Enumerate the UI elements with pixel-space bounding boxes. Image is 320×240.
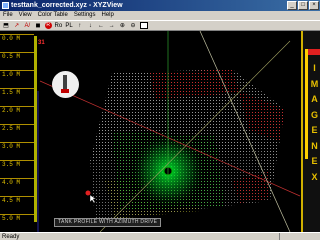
app-icon [2, 2, 9, 9]
minimize-button[interactable]: _ [287, 1, 297, 10]
menu-settings[interactable]: Settings [71, 11, 99, 20]
point-cloud-view [37, 31, 301, 232]
window-title: testtank_corrected.xyz - XYZView [11, 2, 123, 9]
depth-label: 2.5 M [2, 125, 21, 132]
depth-indicator-bar[interactable] [34, 36, 37, 222]
status-text: Ready [2, 234, 20, 240]
menu-color-table[interactable]: Color Table [35, 11, 71, 20]
depth-label: 1.5 M [2, 89, 21, 96]
menu-view[interactable]: View [16, 11, 35, 20]
save-icon[interactable]: ◼ [34, 21, 42, 30]
status-bar: Ready [0, 232, 320, 240]
maximize-button[interactable]: □ [298, 1, 308, 10]
status-panel [279, 233, 319, 240]
annotate-icon[interactable]: A/ [23, 21, 31, 30]
brand-logo: I M A G E N E X [301, 31, 320, 232]
record-icon[interactable]: R [44, 22, 52, 29]
zoom-out-icon[interactable]: ⊖ [129, 21, 137, 30]
menu-help[interactable]: Help [99, 11, 117, 20]
menu-file[interactable]: File [0, 11, 16, 20]
toolbar: ⬒ ↗ A/ ◼ R Ro PL ↑ ↓ ← → ⊕ ⊖ [0, 20, 320, 31]
depth-label: 3.5 M [2, 161, 21, 168]
pointer-icon[interactable]: ↗ [13, 21, 21, 30]
close-button[interactable]: × [309, 1, 319, 10]
target-marker [85, 190, 91, 196]
title-bar: testtank_corrected.xyz - XYZView _ □ × [0, 0, 320, 11]
window-icon[interactable] [139, 22, 148, 29]
head-orientation-icon [52, 71, 79, 98]
arrow-down-icon[interactable]: ↓ [86, 21, 94, 30]
arrow-right-icon[interactable]: → [108, 21, 116, 30]
brand-logo-text: I M A G E N E X [310, 63, 319, 182]
arrow-up-icon[interactable]: ↑ [76, 21, 84, 30]
zoom-in-icon[interactable]: ⊕ [118, 21, 126, 30]
depth-indicator-value: 31 [38, 40, 45, 46]
sonar-3d-viewport[interactable]: 0.0 M 0.5 M 1.0 M 1.5 M 2.0 M 2.5 M 3.0 … [0, 31, 320, 232]
depth-label: 4.0 M [2, 179, 21, 186]
rotate-icon[interactable]: Ro [54, 21, 63, 30]
view-caption: TANK PROFILE WITH AZIMUTH DRIVE [54, 218, 162, 227]
depth-label: 5.0 M [2, 215, 21, 222]
depth-label: 2.0 M [2, 107, 21, 114]
depth-label: 3.0 M [2, 143, 21, 150]
depth-label: 1.0 M [2, 71, 21, 78]
plane-icon[interactable]: PL [65, 21, 73, 30]
menu-bar: File View Color Table Settings Help [0, 11, 320, 20]
depth-label: 0.5 M [2, 53, 21, 60]
window-controls: _ □ × [286, 1, 319, 10]
depth-label: 0.0 M [2, 35, 21, 42]
open-icon[interactable]: ⬒ [2, 21, 10, 30]
arrow-left-icon[interactable]: ← [97, 21, 105, 30]
depth-scale: 0.0 M 0.5 M 1.0 M 1.5 M 2.0 M 2.5 M 3.0 … [0, 31, 34, 232]
depth-label: 4.5 M [2, 197, 21, 204]
